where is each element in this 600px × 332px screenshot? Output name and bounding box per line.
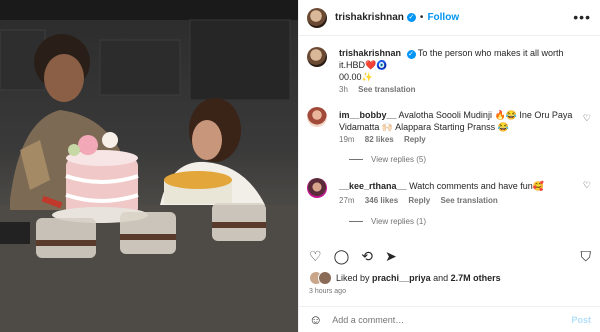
comment-time: 27m — [339, 196, 355, 205]
comment-username[interactable]: __kee_rthana__ — [339, 181, 407, 191]
comment-likes[interactable]: 82 likes — [365, 135, 394, 144]
commenter-avatar[interactable] — [307, 107, 327, 127]
send-icon[interactable]: ➤ — [385, 248, 397, 265]
add-comment-input[interactable] — [332, 314, 533, 325]
verified-badge-icon: ✓ — [406, 13, 416, 22]
author-username[interactable]: trishakrishnan — [335, 12, 404, 23]
see-translation-link[interactable]: See translation — [440, 196, 497, 205]
caption-meta: 3h See translation — [339, 85, 424, 94]
emoji-icon[interactable]: ☺ — [309, 312, 322, 327]
see-translation-link[interactable]: See translation — [358, 85, 415, 94]
bookmark-icon[interactable]: ⛉ — [581, 248, 592, 265]
header-separator: • — [419, 12, 424, 23]
caption-username[interactable]: trishakrishnan — [339, 48, 401, 58]
add-comment-bar: ☺ Post — [299, 306, 600, 332]
comment-icon[interactable]: ◯ — [334, 248, 350, 265]
more-options-icon[interactable]: ••• — [573, 10, 591, 24]
comment-body: Watch comments and have fun🥰 — [409, 181, 545, 191]
follow-button[interactable]: Follow — [427, 12, 459, 23]
post-actions: ♡ ◯ ⟲ ➤ ⛉ — [299, 242, 600, 270]
comment-like-heart-icon[interactable]: ♡ — [583, 113, 591, 124]
comment-likes[interactable]: 346 likes — [365, 196, 398, 205]
liker-avatar — [318, 271, 332, 285]
likes-summary[interactable]: Liked by prachi__priya and 2.7M others — [309, 271, 501, 285]
replies-line — [349, 221, 363, 222]
caption-time: 3h — [339, 85, 348, 94]
likes-text: Liked by prachi__priya and 2.7M others — [336, 273, 501, 283]
comment-like-heart-icon[interactable]: ♡ — [583, 180, 591, 191]
author-avatar[interactable] — [307, 7, 327, 28]
comment-username[interactable]: im__bobby__ — [339, 110, 397, 120]
heart-icon[interactable]: ♡ — [309, 248, 322, 265]
liker-username[interactable]: prachi__priya — [372, 273, 431, 283]
caption-text: trishakrishnan ✓ To the person who makes… — [339, 47, 591, 83]
comment-time: 19m — [339, 135, 355, 144]
comment-text: __kee_rthana__ Watch comments and have f… — [339, 180, 575, 192]
comment-text: im__bobby__ Avalotha Soooli Mudinji 🔥😂 I… — [339, 109, 575, 133]
post-time-ago: 3 hours ago — [309, 288, 346, 295]
reply-button[interactable]: Reply — [404, 135, 426, 144]
post-header: trishakrishnan ✓ • Follow ••• — [299, 0, 600, 36]
likes-others[interactable]: 2.7M others — [451, 273, 501, 283]
caption-body-line2: 00.00✨ — [339, 72, 373, 82]
view-replies-button[interactable]: View replies (1) — [349, 217, 426, 226]
photo-scene — [0, 0, 298, 332]
caption-avatar[interactable] — [307, 47, 327, 67]
view-replies-label: View replies (1) — [371, 217, 426, 226]
view-replies-label: View replies (5) — [371, 155, 426, 164]
likes-mid: and — [433, 273, 449, 283]
share-icon[interactable]: ⟲ — [361, 248, 373, 265]
post-photo[interactable] — [0, 0, 298, 332]
verified-badge-icon: ✓ — [406, 50, 416, 59]
comments-list[interactable]: trishakrishnan ✓ To the person who makes… — [299, 37, 600, 237]
post-side-panel: trishakrishnan ✓ • Follow ••• trishakris… — [298, 0, 600, 332]
comment-meta: 19m 82 likes Reply — [339, 135, 434, 144]
view-replies-button[interactable]: View replies (5) — [349, 155, 426, 164]
post-comment-button[interactable]: Post — [571, 315, 591, 325]
replies-line — [349, 159, 363, 160]
reply-button[interactable]: Reply — [408, 196, 430, 205]
likes-prefix: Liked by — [336, 273, 370, 283]
comment-meta: 27m 346 likes Reply See translation — [339, 196, 506, 205]
commenter-avatar[interactable] — [307, 178, 327, 198]
